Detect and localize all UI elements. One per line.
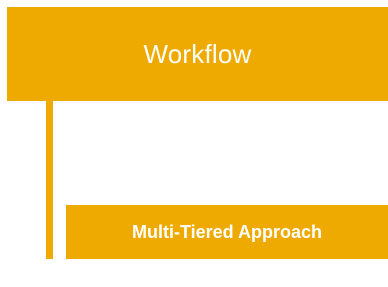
workflow-header-label: Workflow — [143, 38, 252, 69]
step-box-multi-tiered-approach: Multi-Tiered Approach — [66, 205, 388, 259]
vertical-connector-line — [46, 101, 53, 259]
workflow-header-box: Workflow — [7, 7, 388, 101]
step-label: Multi-Tiered Approach — [131, 221, 322, 242]
